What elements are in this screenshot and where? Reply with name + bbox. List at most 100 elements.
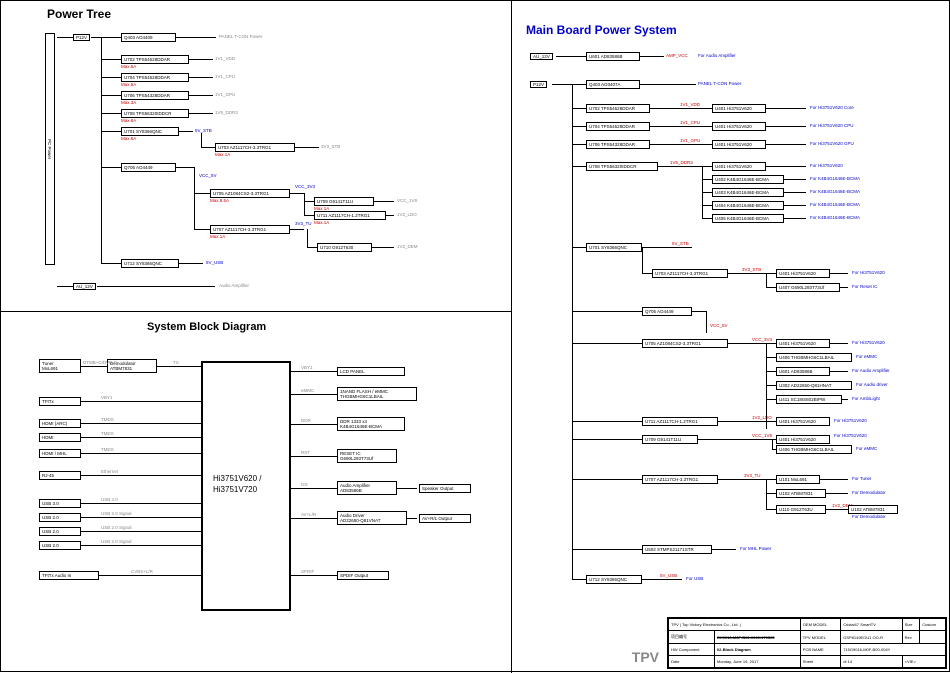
- left-divider: [1, 311, 511, 312]
- conn: [552, 84, 572, 85]
- vby1-r-label: VBY1: [301, 365, 313, 370]
- conn: [157, 366, 201, 367]
- conn: [572, 579, 586, 580]
- hdmi-arc-box: HDMI (ARC): [39, 419, 81, 428]
- mb-u110: U110 G912T63U: [776, 505, 826, 514]
- conn: [304, 201, 314, 202]
- mb-u407: U407 G690L293T73Uf: [776, 283, 840, 292]
- conn: [766, 144, 806, 145]
- tb-sheet-v: of 14: [841, 656, 902, 668]
- mb-v620-e: For Hi3751V620: [852, 270, 885, 275]
- speaker-box: Speaker Output: [419, 484, 471, 493]
- conn: [81, 545, 201, 546]
- mb-ddr3: For K4B4G1646E-BCMA: [810, 202, 860, 207]
- conn: [702, 179, 712, 180]
- mb-u701: U701 SY8366QNC: [586, 243, 642, 252]
- conn: [81, 531, 201, 532]
- tb-oem-model: OEM MODEL: [800, 619, 840, 631]
- conn: [642, 579, 682, 580]
- conn: [101, 113, 121, 114]
- mb-emmc2: For eMMC: [856, 446, 877, 451]
- v1-cpu-label: 1V1_CPU: [215, 74, 235, 79]
- u712-box: U712 SY8366QNC: [121, 259, 179, 268]
- conn: [830, 343, 848, 344]
- conn: [291, 456, 337, 457]
- conn: [766, 357, 776, 358]
- emmc-label: eMMC: [301, 388, 314, 393]
- max-u705: Max.8.5A: [210, 198, 229, 203]
- conn: [97, 286, 215, 287]
- mb-u405: U405 K4B4G1646E-BCMA: [712, 214, 784, 223]
- mb-aud-amp2: For Audio Amplifier: [852, 368, 890, 373]
- conn: [290, 229, 304, 230]
- conn: [81, 503, 201, 504]
- conn: [702, 205, 712, 206]
- conn: [194, 229, 210, 230]
- mb-v620-f: For Hi3751V620: [852, 340, 885, 345]
- conn: [718, 421, 776, 422]
- tb-pcb-v: 715G9016-M0F-B00-004Y: [841, 644, 946, 656]
- conn: [712, 549, 736, 550]
- tb-oem-v: Cristal47 SmartTV: [841, 619, 902, 631]
- conn: [101, 131, 121, 132]
- spdif-label: SPDIF: [301, 569, 314, 574]
- conn: [830, 371, 848, 372]
- tb-vie: <VIE>: [902, 656, 945, 668]
- mb-p12v: P12V: [530, 81, 547, 88]
- conn: [189, 95, 213, 96]
- mb-emmc: For eMMC: [856, 354, 877, 359]
- conn: [784, 179, 806, 180]
- mb-u711: U711 AZ1117CH-1.2TRG1: [642, 417, 718, 426]
- conn: [407, 518, 417, 519]
- conn: [772, 449, 776, 450]
- tb-company: TPV | Top Victory Electronics Co., Ltd. …: [669, 619, 801, 631]
- conn: [766, 399, 776, 400]
- mb-u703: U703 AZ1117CH-3.3TRG1: [652, 269, 728, 278]
- mb-3v3-stb: 3V3_STB: [742, 267, 761, 272]
- conn: [101, 167, 121, 168]
- conn: [706, 311, 707, 333]
- mb-vcc-5v: VCC_5V: [710, 323, 728, 328]
- conn: [766, 343, 776, 344]
- av-out-box: AV+R/L Output: [419, 514, 471, 523]
- sbd-chip-name: Hi3751V620 / Hi3751V720: [213, 473, 261, 495]
- mb-u401-g: U401 Hi3751V620: [776, 417, 830, 426]
- tb-date-label: Date: [669, 656, 715, 668]
- mb-u712: U712 SY8366QNC: [586, 575, 642, 584]
- conn: [642, 273, 652, 274]
- power-tree-title: Power Tree: [47, 7, 111, 21]
- right-section: Main Board Power System AU_12V U601 AD83…: [511, 1, 950, 673]
- conn: [572, 84, 586, 85]
- mb-u402: U402 K4B4G1646E-BCMA: [712, 175, 784, 184]
- max-u704: Max.5A: [121, 82, 136, 87]
- max-u702: Max.5A: [121, 64, 136, 69]
- mb-u704: U704 TPS54528DDAR: [586, 122, 650, 131]
- conn: [189, 77, 213, 78]
- mb-aud-drv: For Audio driver: [856, 382, 888, 387]
- conn: [57, 286, 73, 287]
- u709-box: U709 G9141T11U: [314, 197, 374, 206]
- mb-u601-2: U601 AD83586B: [776, 367, 830, 376]
- conn: [179, 263, 203, 264]
- conn: [386, 215, 394, 216]
- mb-u101: U101 MxL691: [776, 475, 820, 484]
- mb-tuner: For Tuner: [852, 476, 872, 481]
- audio-amp-label: Audio Amplifier: [219, 283, 249, 288]
- q403-box: Q403 AO4409: [121, 33, 176, 42]
- conn: [291, 424, 337, 425]
- ddr-box: DDR 1333 x4 K4B4G1646E-BCMA: [337, 417, 405, 431]
- mb-vcc-1v8: VCC_1V8: [752, 433, 772, 438]
- conn: [201, 133, 202, 147]
- mb-u705: U705 AZ1084CS2-3.3TRG1: [642, 339, 728, 348]
- conn: [766, 108, 806, 109]
- conn: [784, 192, 806, 193]
- mb-u404: U404 K4B4G1646E-BCMA: [712, 201, 784, 210]
- main-board-title: Main Board Power System: [526, 23, 677, 37]
- conn: [304, 209, 305, 215]
- mb-u601: U601 AD83586B: [586, 52, 640, 61]
- tb-rev: Rev: [902, 630, 920, 643]
- sbd-main-chip: Hi3751V620 / Hi3751V720: [201, 361, 291, 611]
- max-u703: Max.1A: [215, 152, 230, 157]
- tb-hw: HW Component: [669, 644, 715, 656]
- conn: [189, 113, 213, 114]
